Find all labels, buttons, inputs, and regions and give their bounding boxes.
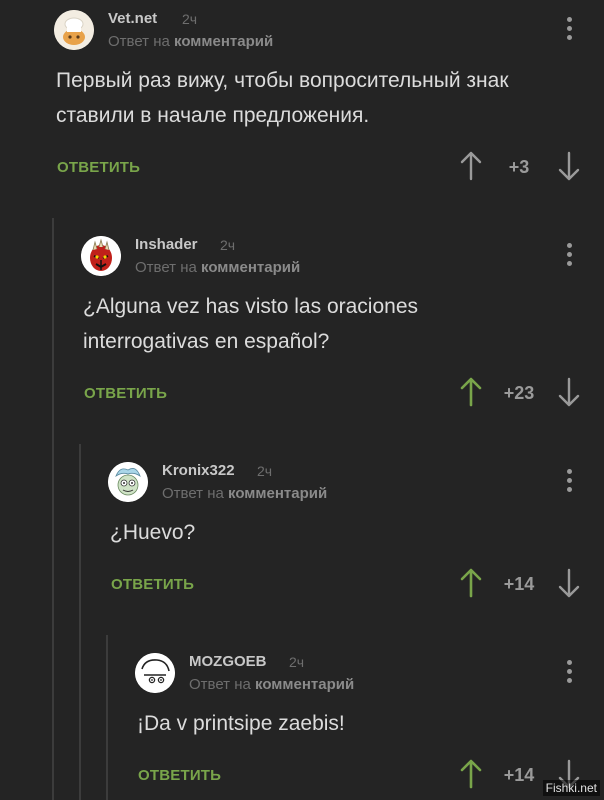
downvote-arrow-icon[interactable] bbox=[557, 568, 581, 598]
comment-author[interactable]: MOZGOEB bbox=[189, 653, 267, 670]
reply-button[interactable]: ОТВЕТИТЬ bbox=[84, 385, 167, 402]
more-options-icon[interactable] bbox=[562, 469, 576, 495]
comment-text-line: interrogativas en español? bbox=[83, 330, 330, 353]
more-options-icon[interactable] bbox=[562, 243, 576, 269]
avatar[interactable] bbox=[108, 462, 148, 502]
comment-time: 2ч bbox=[182, 11, 198, 27]
reply-prefix: Ответ на bbox=[189, 676, 251, 693]
reply-target[interactable]: комментарий bbox=[255, 676, 354, 693]
reply-button[interactable]: ОТВЕТИТЬ bbox=[111, 576, 194, 593]
upvote-arrow-icon[interactable] bbox=[459, 151, 483, 181]
thread-line-level-1 bbox=[52, 218, 54, 800]
reply-prefix: Ответ на bbox=[162, 485, 224, 502]
face-sketch-avatar-icon bbox=[135, 653, 175, 693]
reply-target[interactable]: комментарий bbox=[228, 485, 327, 502]
chef-hat-avatar-icon bbox=[54, 10, 94, 50]
downvote-arrow-icon[interactable] bbox=[557, 377, 581, 407]
comment-text-line: ставили в начале предложения. bbox=[56, 104, 370, 127]
darth-maul-avatar-icon bbox=[81, 236, 121, 276]
reply-prefix: Ответ на bbox=[135, 259, 197, 276]
reply-button[interactable]: ОТВЕТИТЬ bbox=[57, 159, 140, 176]
reply-to-meta[interactable]: Ответ на комментарий bbox=[108, 33, 273, 50]
reply-prefix: Ответ на bbox=[108, 33, 170, 50]
comment-text: ¿Alguna vez has visto las oraciones inte… bbox=[83, 289, 418, 359]
upvote-arrow-icon[interactable] bbox=[459, 759, 483, 789]
avatar[interactable] bbox=[135, 653, 175, 693]
reply-to-meta[interactable]: Ответ на комментарий bbox=[135, 259, 300, 276]
comment-author[interactable]: Kronix322 bbox=[162, 462, 235, 479]
reply-target[interactable]: комментарий bbox=[201, 259, 300, 276]
reply-target[interactable]: комментарий bbox=[174, 33, 273, 50]
vote-score: +14 bbox=[503, 765, 535, 785]
reply-to-meta[interactable]: Ответ на комментарий bbox=[162, 485, 327, 502]
comment-author[interactable]: Vet.net bbox=[108, 10, 157, 27]
upvote-arrow-icon[interactable] bbox=[459, 377, 483, 407]
comment-author[interactable]: Inshader bbox=[135, 236, 198, 253]
more-options-icon[interactable] bbox=[562, 17, 576, 43]
comment-text-line: ¿Alguna vez has visto las oraciones bbox=[83, 295, 419, 318]
upvote-arrow-icon[interactable] bbox=[459, 568, 483, 598]
comment-text: Первый раз вижу, чтобы вопросительный зн… bbox=[56, 63, 509, 133]
avatar[interactable] bbox=[81, 236, 121, 276]
comment-text-line: ¿Huevo? bbox=[110, 521, 196, 544]
reply-to-meta[interactable]: Ответ на комментарий bbox=[189, 676, 354, 693]
cartoon-character-avatar-icon bbox=[108, 462, 148, 502]
comment-text: ¡Da v printsipe zaebis! bbox=[137, 706, 345, 741]
thread-line-level-3 bbox=[106, 635, 108, 800]
vote-score: +23 bbox=[503, 383, 535, 403]
more-options-icon[interactable] bbox=[562, 660, 576, 686]
comment-time: 2ч bbox=[289, 654, 305, 670]
thread-line-level-2 bbox=[79, 444, 81, 800]
comment-text-line: ¡Da v printsipe zaebis! bbox=[137, 712, 345, 735]
comment-text-line: Первый раз вижу, чтобы вопросительный зн… bbox=[56, 69, 509, 92]
watermark-label: Fishki.net bbox=[542, 780, 600, 796]
avatar[interactable] bbox=[54, 10, 94, 50]
comment-text: ¿Huevo? bbox=[110, 515, 195, 550]
vote-score: +14 bbox=[503, 574, 535, 594]
comment-time: 2ч bbox=[220, 237, 236, 253]
comment-time: 2ч bbox=[257, 463, 273, 479]
downvote-arrow-icon[interactable] bbox=[557, 151, 581, 181]
reply-button[interactable]: ОТВЕТИТЬ bbox=[138, 767, 221, 784]
vote-score: +3 bbox=[508, 157, 530, 177]
